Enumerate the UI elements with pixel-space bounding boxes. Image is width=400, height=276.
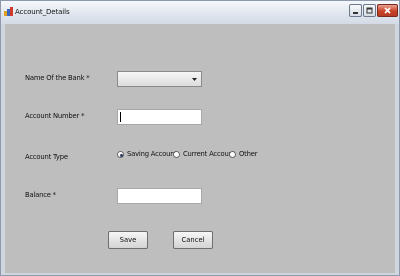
radio-current-account[interactable]: Current Account [173,150,235,162]
window-title: Account_Details [15,8,70,16]
maximize-button[interactable] [363,4,376,17]
radio-saving-account[interactable]: Saving Account [117,150,177,162]
maximize-icon [366,7,373,14]
account-type-label: Account Type [25,153,68,161]
title-bar[interactable]: Account_Details [1,1,399,24]
minimize-icon [353,12,358,14]
close-icon [384,7,391,14]
account-number-input[interactable] [117,109,202,125]
bank-name-label: Name Of the Bank * [25,74,90,82]
account-number-label: Account Number * [25,112,85,120]
minimize-button[interactable] [349,4,362,17]
radio-other[interactable]: Other [229,150,259,162]
chevron-down-icon [192,78,197,81]
text-caret [120,112,121,122]
radio-label-saving-account: Saving Account [127,150,177,158]
radio-selected-dot [120,154,123,157]
radio-circle [173,151,180,158]
close-button[interactable] [377,4,398,17]
form-client-area: Name Of the Bank * Account Number * Acco… [5,24,395,273]
radio-label-other: Other [239,150,258,158]
cancel-button[interactable]: Cancel [173,231,213,249]
app-icon [4,7,13,16]
radio-circle [117,151,124,158]
save-button[interactable]: Save [108,231,148,249]
balance-label: Balance * [25,191,56,199]
balance-input[interactable] [117,188,202,204]
radio-circle [229,151,236,158]
radio-label-current-account: Current Account [183,150,236,158]
bank-name-combobox[interactable] [117,71,202,87]
account-details-window: Account_Details Name Of the Bank * Accou… [0,0,400,276]
